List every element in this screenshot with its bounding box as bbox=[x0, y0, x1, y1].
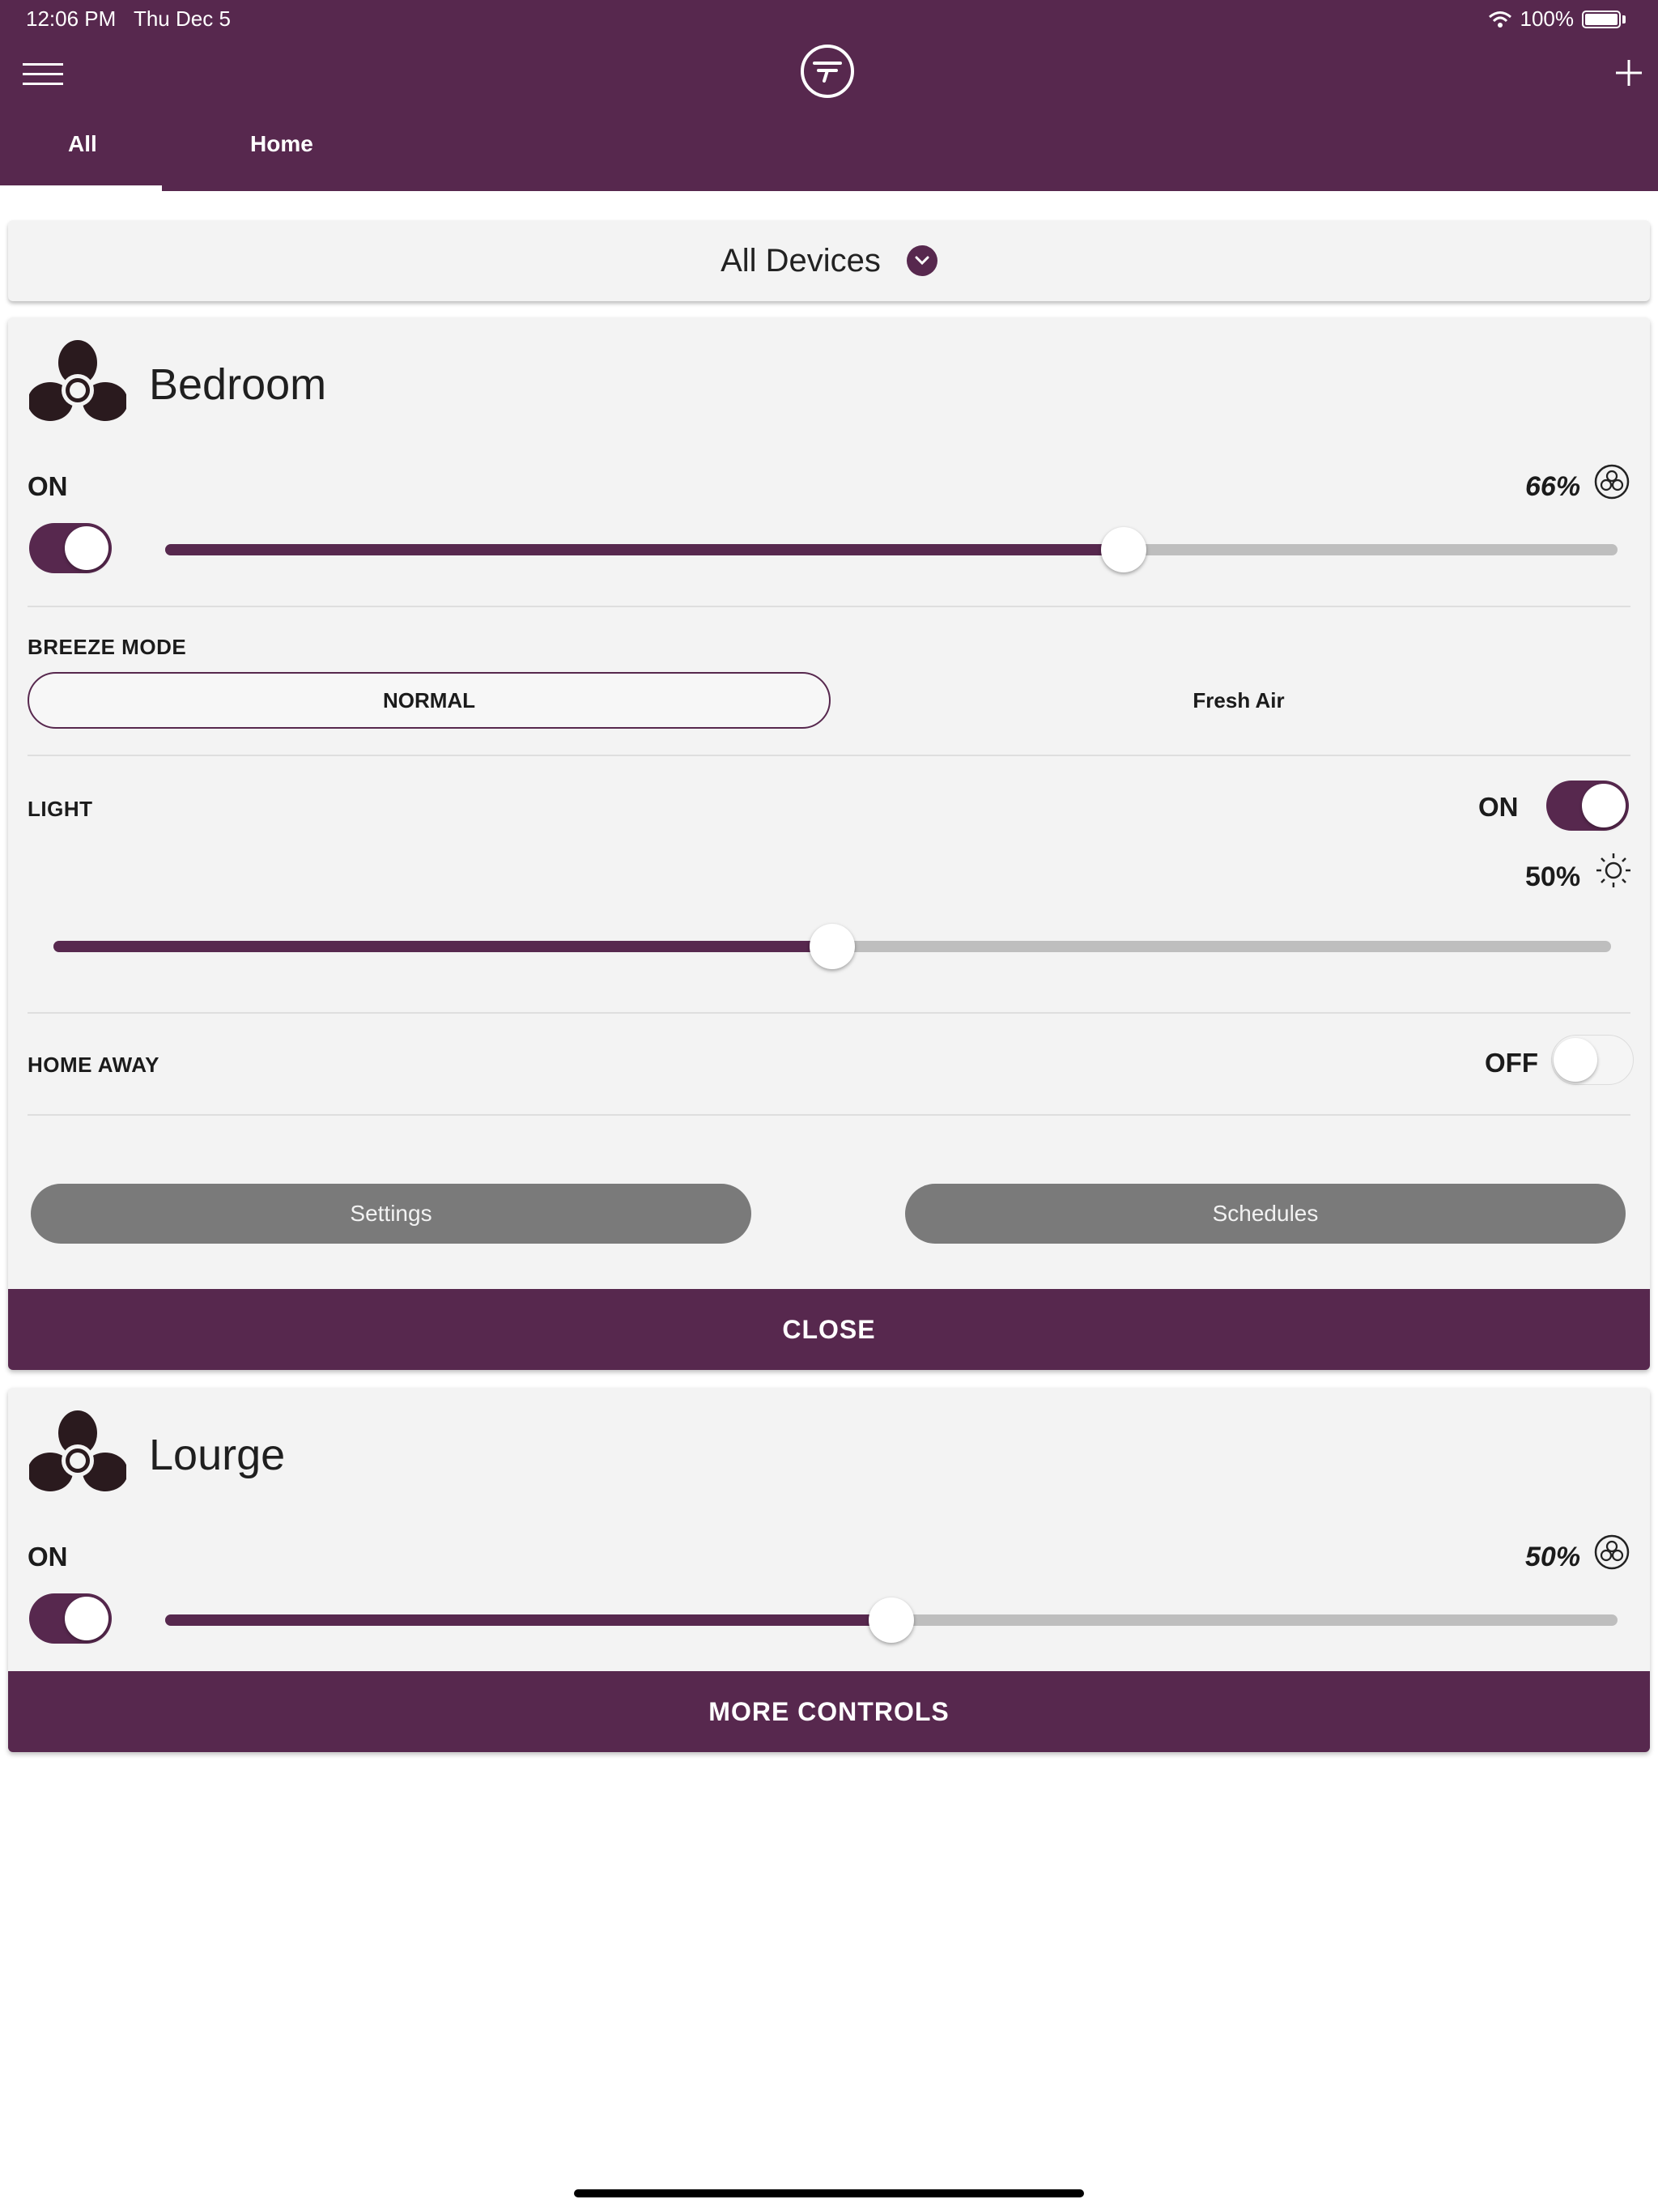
divider bbox=[28, 606, 1630, 607]
light-level-value: 50% bbox=[1525, 861, 1581, 892]
divider bbox=[28, 1114, 1630, 1116]
more-controls-button[interactable]: MORE CONTROLS bbox=[8, 1671, 1650, 1752]
sun-icon bbox=[1596, 853, 1630, 887]
battery-percent: 100% bbox=[1520, 6, 1575, 31]
fan-speed-slider-thumb[interactable] bbox=[1101, 527, 1147, 572]
light-level-slider-thumb[interactable] bbox=[810, 924, 855, 969]
plus-icon[interactable] bbox=[1614, 58, 1643, 87]
fan-speed-slider[interactable] bbox=[165, 527, 1618, 572]
fan-icon bbox=[29, 340, 126, 421]
breeze-mode-label: BREEZE MODE bbox=[28, 635, 187, 659]
light-level-slider[interactable] bbox=[53, 924, 1611, 969]
home-indicator bbox=[574, 2189, 1084, 2197]
mode-normal-button[interactable]: NORMAL bbox=[28, 672, 831, 729]
fan-speed-value: 66% bbox=[1525, 471, 1581, 502]
tab-home[interactable]: Home bbox=[250, 131, 313, 157]
fan-state-label: ON bbox=[28, 1542, 68, 1572]
light-power-toggle[interactable] bbox=[1546, 781, 1629, 831]
device-card-lounge: Lourge ON 50% MORE CONTROLS bbox=[8, 1388, 1650, 1752]
schedules-button[interactable]: Schedules bbox=[905, 1184, 1626, 1244]
chevron-down-icon bbox=[906, 245, 937, 276]
device-card-bedroom: Bedroom ON 66% BREEZE MODE NORMAL Fresh … bbox=[8, 317, 1650, 1370]
tab-indicator bbox=[0, 185, 162, 191]
fan-speed-icon bbox=[1594, 1534, 1630, 1570]
device-name: Lourge bbox=[149, 1431, 286, 1479]
divider bbox=[28, 1012, 1630, 1014]
fan-icon bbox=[29, 1410, 126, 1491]
status-indicators: 100% bbox=[1488, 6, 1626, 32]
menu-icon[interactable] bbox=[23, 63, 63, 87]
fan-state-label: ON bbox=[28, 471, 68, 501]
settings-button[interactable]: Settings bbox=[31, 1184, 751, 1244]
wifi-icon bbox=[1488, 11, 1511, 28]
device-filter-dropdown[interactable]: All Devices bbox=[8, 220, 1650, 301]
fan-speed-slider[interactable] bbox=[165, 1597, 1618, 1643]
fan-speed-slider-thumb[interactable] bbox=[869, 1597, 914, 1643]
app-header: 12:06 PM Thu Dec 5 100% All Home bbox=[0, 0, 1658, 191]
fan-power-toggle[interactable] bbox=[29, 1593, 112, 1644]
device-filter-label: All Devices bbox=[721, 242, 881, 279]
home-away-toggle[interactable] bbox=[1551, 1035, 1634, 1085]
home-away-label: HOME AWAY bbox=[28, 1053, 159, 1077]
home-away-state-label: OFF bbox=[1485, 1048, 1538, 1078]
logo-icon bbox=[801, 45, 854, 98]
device-name: Bedroom bbox=[149, 360, 327, 409]
light-label: LIGHT bbox=[28, 797, 93, 821]
battery-icon bbox=[1582, 10, 1621, 28]
fan-speed-icon bbox=[1594, 464, 1630, 500]
fan-speed-value: 50% bbox=[1525, 1542, 1581, 1572]
status-time: 12:06 PM Thu Dec 5 bbox=[26, 6, 231, 31]
divider bbox=[28, 755, 1630, 756]
close-button[interactable]: CLOSE bbox=[8, 1289, 1650, 1370]
mode-fresh-air-button[interactable]: Fresh Air bbox=[837, 672, 1640, 729]
fan-power-toggle[interactable] bbox=[29, 523, 112, 573]
tab-all[interactable]: All bbox=[68, 131, 97, 157]
light-state-label: ON bbox=[1478, 792, 1519, 822]
